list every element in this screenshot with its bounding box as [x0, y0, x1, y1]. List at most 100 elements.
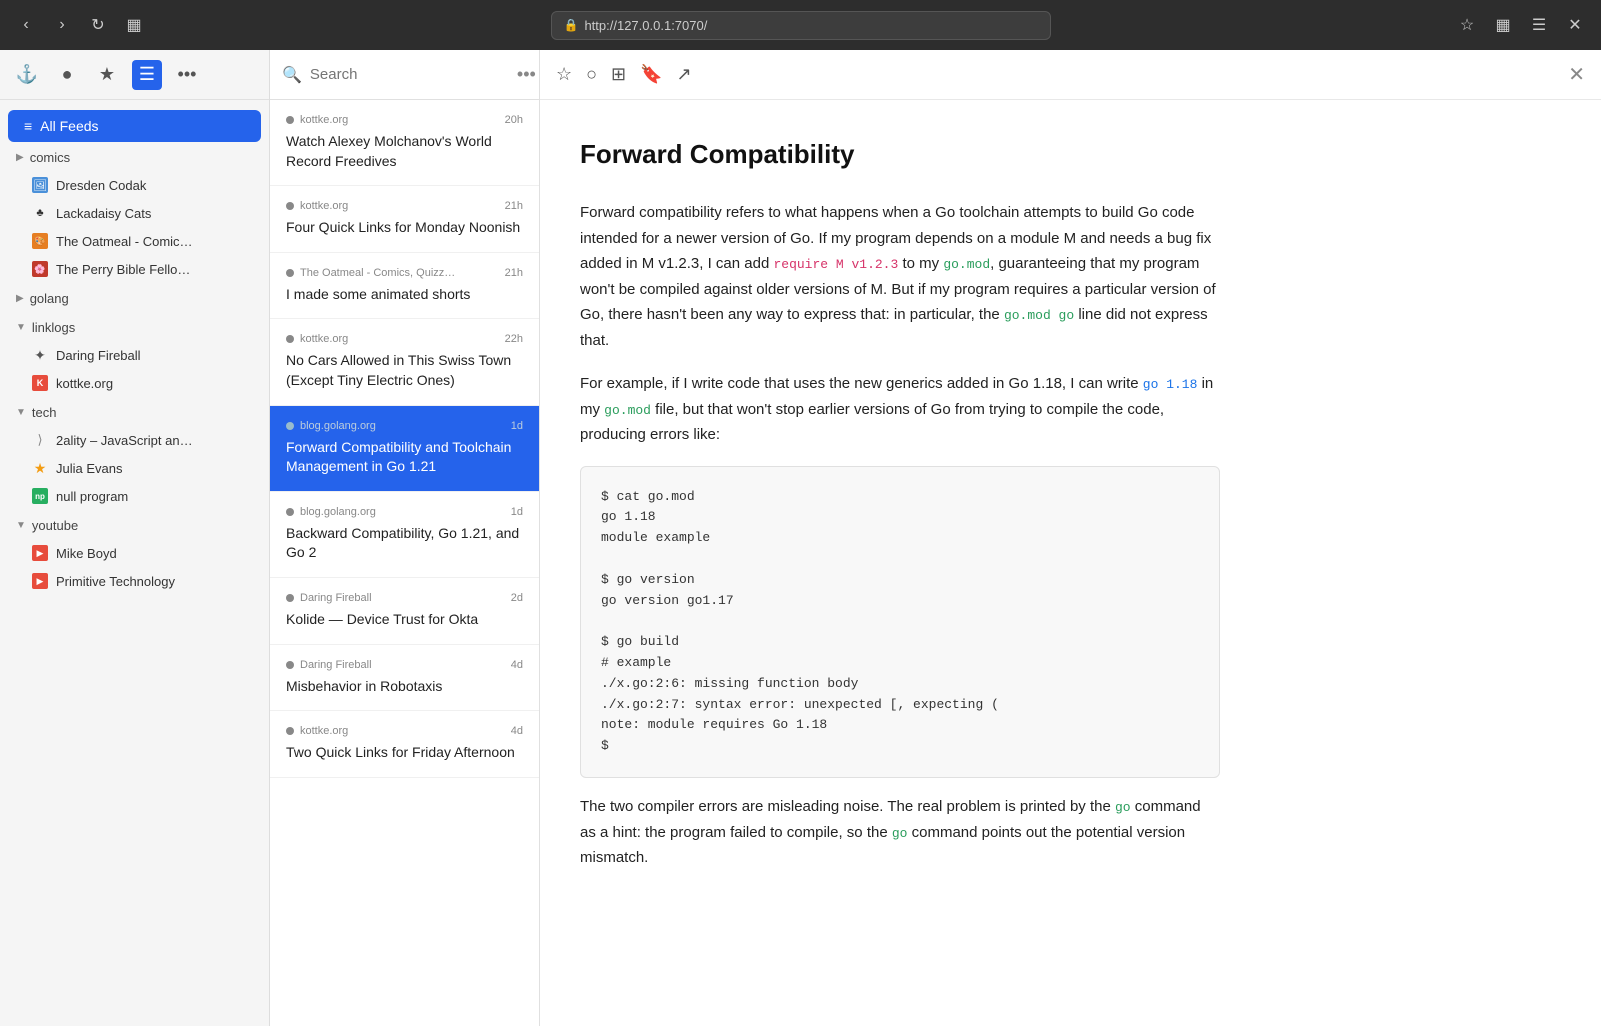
article-title: Two Quick Links for Friday Afternoon — [286, 743, 523, 763]
article-item[interactable]: kottke.org 20h Watch Alexey Molchanov's … — [270, 100, 539, 186]
more-sidebar-button[interactable]: ••• — [172, 60, 202, 90]
new-tab-button[interactable]: ▦ — [120, 11, 148, 39]
p3-code1: go — [1115, 800, 1131, 815]
search-icon: 🔍 — [282, 65, 302, 85]
save-article-button[interactable]: 🔖 — [640, 64, 662, 85]
all-feeds-item[interactable]: ≡ All Feeds — [8, 110, 261, 142]
category-header-tech[interactable]: ▼ tech — [0, 399, 269, 426]
article-item[interactable]: blog.golang.org 1d Backward Compatibilit… — [270, 492, 539, 578]
article-content-toolbar: ☆ ○ ⊞ 🔖 ↗ ✕ — [540, 50, 1601, 100]
article-item[interactable]: kottke.org 4d Two Quick Links for Friday… — [270, 711, 539, 778]
search-input[interactable] — [310, 66, 509, 83]
all-feeds-label: All Feeds — [40, 118, 98, 134]
source-dot — [286, 116, 294, 124]
article-age: 1d — [511, 420, 523, 432]
feed-favicon-dresden: 🖼 — [32, 177, 48, 193]
anchor-button[interactable]: ⚓ — [12, 60, 42, 90]
circle-article-button[interactable]: ○ — [586, 64, 597, 85]
feeds-button[interactable]: ☰ — [132, 60, 162, 90]
article-age: 21h — [505, 200, 523, 212]
article-item-selected[interactable]: blog.golang.org 1d Forward Compatibility… — [270, 406, 539, 492]
category-header-youtube[interactable]: ▼ youtube — [0, 512, 269, 539]
toolbar-right: ☆ ▦ ☰ ✕ — [1453, 11, 1589, 39]
source-dot — [286, 202, 294, 210]
category-group-tech: ▼ tech ⟩ 2ality – JavaScript an… ★ Julia… — [0, 399, 269, 510]
feed-item-mike[interactable]: ▶ Mike Boyd — [0, 539, 269, 567]
address-bar[interactable]: 🔒 http://127.0.0.1:7070/ — [551, 11, 1051, 40]
browser-chrome: ‹ › ↻ ▦ 🔒 http://127.0.0.1:7070/ ☆ ▦ ☰ ✕ — [0, 0, 1601, 50]
article-item[interactable]: Daring Fireball 4d Misbehavior in Robota… — [270, 645, 539, 712]
article-title: Misbehavior in Robotaxis — [286, 677, 523, 697]
article-title: Backward Compatibility, Go 1.21, and Go … — [286, 524, 523, 563]
reload-button[interactable]: ↻ — [84, 11, 112, 39]
p3-code2: go — [892, 826, 908, 841]
feed-item-daring[interactable]: ✦ Daring Fireball — [0, 341, 269, 369]
source-dot — [286, 661, 294, 669]
feed-item-oatmeal[interactable]: 🎨 The Oatmeal - Comic… — [0, 227, 269, 255]
forward-button[interactable]: › — [48, 11, 76, 39]
category-header-comics[interactable]: ▶ comics — [0, 144, 269, 171]
article-heading: Forward Compatibility — [580, 132, 1220, 176]
feed-name-julia: Julia Evans — [56, 461, 253, 476]
category-header-golang[interactable]: ▶ golang — [0, 285, 269, 312]
feed-item-null[interactable]: np null program — [0, 482, 269, 510]
feed-item-primitive[interactable]: ▶ Primitive Technology — [0, 567, 269, 595]
feed-name-null: null program — [56, 489, 253, 504]
article-source: kottke.org — [300, 114, 348, 126]
tag-article-button[interactable]: ⊞ — [611, 64, 626, 85]
bookmark-star-button[interactable]: ☆ — [1453, 11, 1481, 39]
feeds-icon: ≡ — [24, 118, 32, 134]
close-article-button[interactable]: ✕ — [1568, 62, 1585, 87]
feed-item-kottke[interactable]: K kottke.org — [0, 369, 269, 397]
sidebar-toolbar: ⚓ ● ★ ☰ ••• — [0, 50, 269, 100]
article-body: Forward Compatibility Forward compatibil… — [540, 100, 1260, 921]
close-window-button[interactable]: ✕ — [1561, 11, 1589, 39]
feed-favicon-2ality: ⟩ — [32, 432, 48, 448]
article-age: 1d — [511, 506, 523, 518]
feed-name-oatmeal: The Oatmeal - Comic… — [56, 234, 253, 249]
article-meta: kottke.org 22h — [286, 333, 523, 345]
p2-code1: go 1.18 — [1143, 377, 1198, 392]
feed-favicon-perry: 🌸 — [32, 261, 48, 277]
article-age: 20h — [505, 114, 523, 126]
article-meta: Daring Fireball 4d — [286, 659, 523, 671]
p2-code2: go.mod — [604, 403, 651, 418]
feed-item-perry[interactable]: 🌸 The Perry Bible Fello… — [0, 255, 269, 283]
more-articles-button[interactable]: ••• — [517, 64, 536, 85]
article-title: No Cars Allowed in This Swiss Town (Exce… — [286, 351, 523, 390]
article-item[interactable]: kottke.org 21h Four Quick Links for Mond… — [270, 186, 539, 253]
open-external-button[interactable]: ↗ — [677, 64, 692, 85]
category-group-comics: ▶ comics 🖼 Dresden Codak ♣ Lackadaisy Ca… — [0, 144, 269, 283]
category-group-linklogs: ▼ linklogs ✦ Daring Fireball K kottke.or… — [0, 314, 269, 397]
address-bar-container: 🔒 http://127.0.0.1:7070/ — [156, 11, 1445, 40]
article-item[interactable]: kottke.org 22h No Cars Allowed in This S… — [270, 319, 539, 405]
feed-item-lackadaisy[interactable]: ♣ Lackadaisy Cats — [0, 199, 269, 227]
p1-code3: go.mod go — [1004, 308, 1074, 323]
bookmark-article-button[interactable]: ☆ — [556, 64, 572, 85]
p3-text: The two compiler errors are misleading n… — [580, 798, 1115, 815]
source-dot — [286, 335, 294, 343]
article-item[interactable]: The Oatmeal - Comics, Quizz… 21h I made … — [270, 253, 539, 320]
circle-button[interactable]: ● — [52, 60, 82, 90]
feed-item-2ality[interactable]: ⟩ 2ality – JavaScript an… — [0, 426, 269, 454]
feed-item-dresden[interactable]: 🖼 Dresden Codak — [0, 171, 269, 199]
article-paragraph-3: The two compiler errors are misleading n… — [580, 794, 1220, 871]
back-button[interactable]: ‹ — [12, 11, 40, 39]
p1-code2: go.mod — [943, 257, 990, 272]
article-title: Kolide — Device Trust for Okta — [286, 610, 523, 630]
source-dot — [286, 269, 294, 277]
article-source: The Oatmeal - Comics, Quizz… — [300, 267, 455, 279]
star-button[interactable]: ★ — [92, 60, 122, 90]
category-header-linklogs[interactable]: ▼ linklogs — [0, 314, 269, 341]
extensions-button[interactable]: ▦ — [1489, 11, 1517, 39]
feed-item-julia[interactable]: ★ Julia Evans — [0, 454, 269, 482]
menu-button[interactable]: ☰ — [1525, 11, 1553, 39]
lock-icon: 🔒 — [564, 18, 579, 32]
url-text: http://127.0.0.1:7070/ — [584, 18, 707, 33]
article-meta: kottke.org 4d — [286, 725, 523, 737]
article-item[interactable]: Daring Fireball 2d Kolide — Device Trust… — [270, 578, 539, 645]
category-name-tech: tech — [32, 405, 57, 420]
feed-name-perry: The Perry Bible Fello… — [56, 262, 253, 277]
feed-favicon-julia: ★ — [32, 460, 48, 476]
article-content: ☆ ○ ⊞ 🔖 ↗ ✕ Forward Compatibility Forwar… — [540, 50, 1601, 1026]
